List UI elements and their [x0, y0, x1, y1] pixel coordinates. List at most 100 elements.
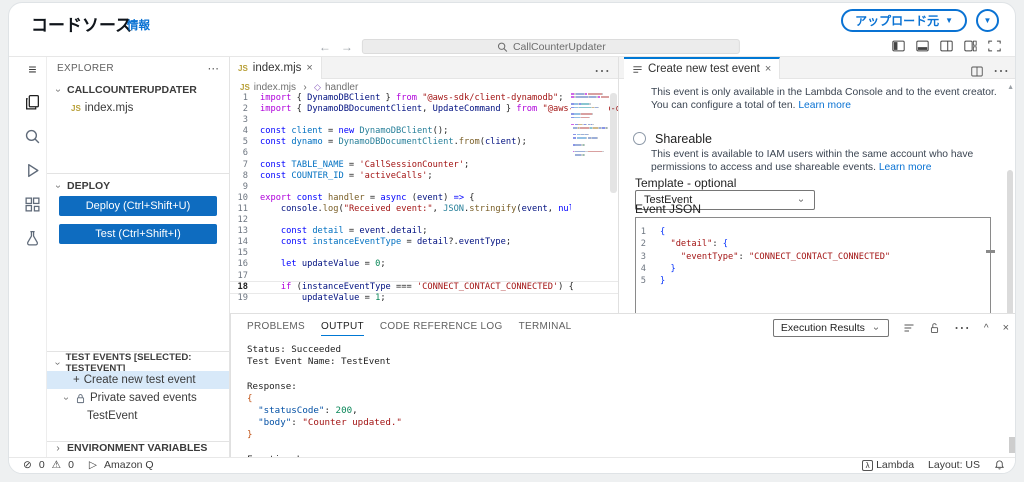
toggle-panel-icon[interactable] — [916, 40, 929, 52]
maximize-panel-icon[interactable]: ^ — [984, 323, 989, 334]
output-channel-select[interactable]: Execution Results › — [773, 319, 889, 337]
learn-more-link[interactable]: Learn more — [879, 162, 932, 173]
warning-count[interactable]: 0 — [68, 459, 74, 471]
create-new-test-event-item[interactable]: + Create new test event — [47, 371, 229, 389]
error-count[interactable]: 0 — [39, 459, 45, 471]
code-line[interactable]: Status: Succeeded — [247, 344, 1007, 356]
code-line[interactable]: 4const client = new DynamoDBClient(); — [230, 126, 618, 137]
search-view-icon[interactable] — [24, 128, 41, 145]
breadcrumb-file[interactable]: index.mjs — [254, 82, 296, 93]
deploy-section-header[interactable]: › DEPLOY — [47, 177, 229, 195]
code-line[interactable]: { — [247, 393, 1007, 405]
code-line[interactable]: 6 — [230, 148, 618, 159]
code-line[interactable]: 19 updateValue = 1; — [230, 293, 618, 304]
learn-more-link[interactable]: Learn more — [798, 100, 851, 111]
code-line[interactable]: 12 — [230, 215, 618, 226]
code-line[interactable]: 8const COUNTER_ID = 'activeCalls'; — [230, 171, 618, 182]
output-scrollbar[interactable] — [1009, 437, 1015, 453]
info-link[interactable]: 情報 — [127, 17, 150, 33]
upload-from-button[interactable]: アップロード元 ▼ — [841, 9, 967, 32]
tab-terminal[interactable]: TERMINAL — [519, 321, 572, 336]
environment-variables-section-header[interactable]: › ENVIRONMENT VARIABLES — [47, 439, 229, 457]
code-line[interactable]: 1{ — [636, 226, 990, 238]
code-line[interactable]: 13 const detail = event.detail; — [230, 226, 618, 237]
code-line[interactable]: 3 — [230, 115, 618, 126]
tab-problems[interactable]: PROBLEMS — [247, 321, 305, 336]
code-line[interactable]: 14 const instanceEventType = detail?.eve… — [230, 237, 618, 248]
test-button[interactable]: Test (Ctrl+Shift+I) — [59, 224, 217, 244]
toggle-sidebar-icon[interactable] — [892, 40, 905, 52]
more-actions-icon[interactable]: ⋯ — [993, 61, 1009, 81]
code-line[interactable]: 5const dynamo = DynamoDBDocumentClient.f… — [230, 137, 618, 148]
maximize-icon[interactable] — [988, 40, 1001, 52]
code-line[interactable]: 11 console.log("Received event:", JSON.s… — [230, 204, 618, 215]
collapse-header-button[interactable]: ▼ — [976, 9, 999, 32]
code-line[interactable]: 1import { DynamoDBClient } from "@aws-sd… — [230, 93, 618, 104]
amazon-q-status[interactable]: Amazon Q — [104, 459, 154, 471]
test-events-section-header[interactable]: › TEST EVENTS [SELECTED: TESTEVENT] — [47, 354, 229, 372]
scroll-up-icon[interactable]: ▲ — [1007, 84, 1014, 91]
code-line[interactable]: 5} — [636, 275, 990, 287]
command-search-input[interactable]: CallCounterUpdater — [362, 39, 740, 54]
code-line[interactable]: 3 "eventType": "CONNECT_CONTACT_CONNECTE… — [636, 251, 990, 263]
code-line[interactable]: Response: — [247, 381, 1007, 393]
code-line[interactable]: 18 if (instanceEventType === 'CONNECT_CO… — [230, 282, 618, 293]
code-line[interactable]: 2import { DynamoDBDocumentClient, Update… — [230, 104, 618, 115]
saved-event-item[interactable]: TestEvent — [47, 407, 229, 425]
editor-actions-more-icon[interactable]: ⋯ — [594, 61, 610, 81]
warning-icon[interactable]: ⚠ — [52, 459, 61, 471]
no-errors-icon[interactable]: ⊘ — [23, 459, 32, 471]
code-line[interactable]: 9 — [230, 182, 618, 193]
private-saved-events-group[interactable]: › Private saved events — [47, 389, 229, 407]
json-editor-scroll-mark[interactable] — [986, 250, 995, 253]
output-log[interactable]: Status: SucceededTest Event Name: TestEv… — [247, 344, 1007, 459]
code-editor[interactable]: 1import { DynamoDBClient } from "@aws-sd… — [230, 93, 618, 313]
close-icon[interactable]: × — [765, 63, 771, 75]
explorer-more-icon[interactable]: ⋯ — [208, 61, 220, 75]
breadcrumb-symbol[interactable]: handler — [325, 82, 358, 93]
unlock-icon[interactable] — [929, 322, 940, 334]
breadcrumb[interactable]: JS index.mjs › ◇ handler — [240, 82, 358, 93]
back-icon[interactable]: ← — [318, 40, 332, 54]
clear-output-icon[interactable] — [903, 322, 915, 334]
code-line[interactable]: 2 "detail": { — [636, 238, 990, 250]
code-line[interactable]: 16 let updateValue = 0; — [230, 259, 618, 270]
shareable-radio[interactable] — [633, 132, 646, 145]
tab-indexmjs[interactable]: JS index.mjs × — [230, 57, 322, 79]
tab-code-reference-log[interactable]: CODE REFERENCE LOG — [380, 321, 503, 336]
code-line[interactable]: 10export const handler = async (event) =… — [230, 193, 618, 204]
play-icon[interactable]: ▷ — [89, 459, 97, 471]
code-line[interactable]: 15 — [230, 248, 618, 259]
code-line[interactable] — [247, 442, 1007, 454]
deploy-button[interactable]: Deploy (Ctrl+Shift+U) — [59, 196, 217, 216]
tab-create-new-test-event[interactable]: Create new test event × — [624, 57, 780, 79]
code-line[interactable]: } — [247, 429, 1007, 441]
menu-icon[interactable]: ≡ — [28, 61, 36, 77]
test-flask-icon[interactable] — [24, 230, 41, 247]
code-line[interactable]: 7const TABLE_NAME = 'CallSessionCounter'… — [230, 160, 618, 171]
minimap[interactable] — [571, 93, 609, 253]
customize-layout-icon[interactable] — [964, 40, 977, 52]
file-row-indexmjs[interactable]: JS index.mjs — [47, 99, 229, 117]
code-line[interactable]: "body": "Counter updated." — [247, 417, 1007, 429]
run-debug-icon[interactable] — [24, 162, 41, 179]
forward-icon[interactable]: → — [340, 40, 354, 54]
code-line[interactable]: Test Event Name: TestEvent — [247, 356, 1007, 368]
explorer-icon[interactable] — [24, 94, 41, 111]
code-line[interactable] — [247, 368, 1007, 380]
code-line[interactable]: 17 — [230, 271, 618, 282]
code-line[interactable]: 4 } — [636, 263, 990, 275]
close-panel-icon[interactable]: × — [1003, 322, 1009, 334]
keyboard-layout-status[interactable]: Layout: US — [928, 459, 980, 471]
lambda-status[interactable]: λLambda — [862, 459, 914, 471]
project-root-row[interactable]: › CALLCOUNTERUPDATER — [47, 81, 229, 99]
editor-scrollbar[interactable] — [610, 93, 617, 193]
section-divider[interactable] — [47, 173, 229, 174]
extensions-icon[interactable] — [24, 196, 41, 213]
more-actions-icon[interactable]: ⋯ — [954, 318, 970, 338]
notifications-bell-icon[interactable] — [994, 459, 1005, 471]
code-line[interactable]: "statusCode": 200, — [247, 405, 1007, 417]
close-icon[interactable]: × — [306, 62, 312, 74]
split-editor-icon[interactable] — [971, 66, 983, 77]
tab-output[interactable]: OUTPUT — [321, 321, 364, 336]
